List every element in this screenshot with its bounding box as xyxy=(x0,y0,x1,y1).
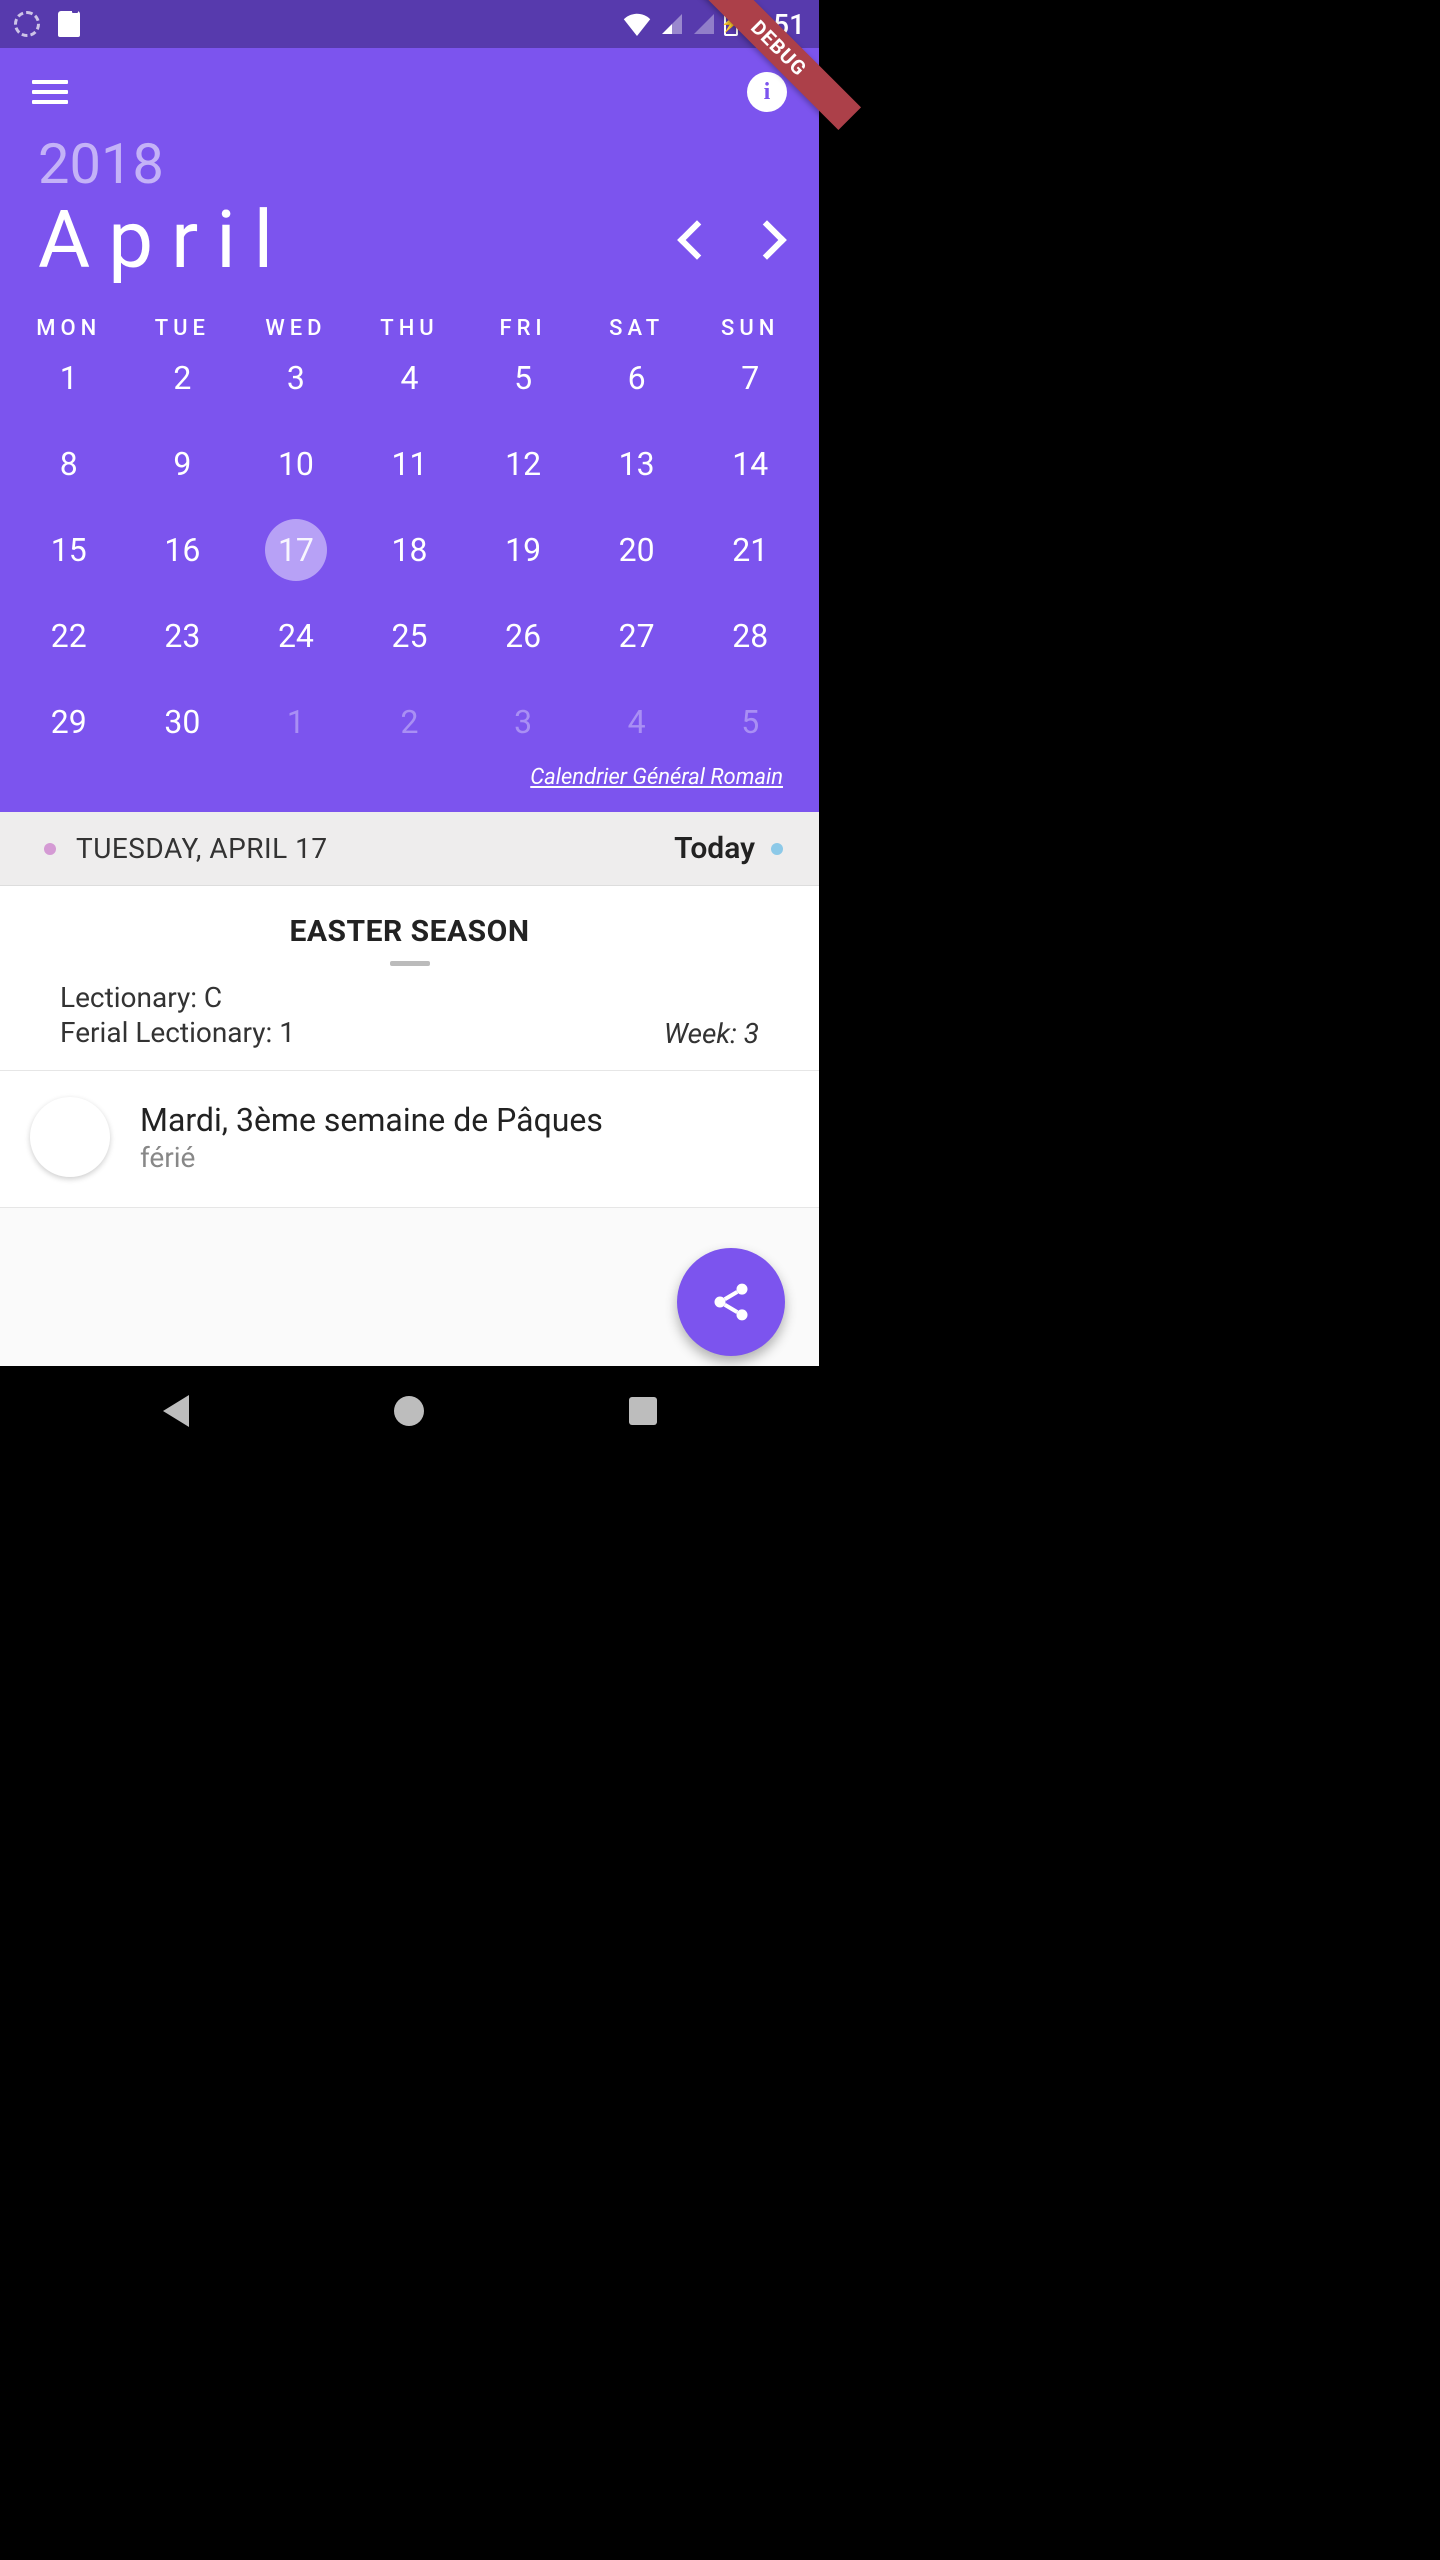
day-cell[interactable]: 25 xyxy=(353,607,467,665)
today-button[interactable]: Today xyxy=(674,831,783,866)
day-cell[interactable]: 24 xyxy=(239,607,353,665)
month-row: April xyxy=(0,192,819,296)
selected-dot-icon xyxy=(44,843,56,855)
day-cell[interactable]: 16 xyxy=(126,521,240,579)
weekday-fri: FRI xyxy=(466,316,580,341)
spinner-icon xyxy=(14,11,40,37)
day-cell[interactable]: 4 xyxy=(353,349,467,407)
event-text: Mardi, 3ème semaine de Pâques férié xyxy=(140,1101,603,1174)
day-cell[interactable]: 15 xyxy=(12,521,126,579)
lectionary-info: Lectionary: C Ferial Lectionary: 1 xyxy=(60,980,295,1050)
selected-date-bar: TUESDAY, APRIL 17 Today xyxy=(0,812,819,886)
day-cell[interactable]: 6 xyxy=(580,349,694,407)
day-cell[interactable]: 7 xyxy=(693,349,807,407)
season-title: EASTER SEASON xyxy=(0,914,819,949)
day-cell[interactable]: 8 xyxy=(12,435,126,493)
month-label: April xyxy=(38,192,291,288)
divider xyxy=(390,961,430,966)
today-dot-icon xyxy=(771,843,783,855)
day-cell[interactable]: 23 xyxy=(126,607,240,665)
day-cell[interactable]: 4 xyxy=(580,693,694,751)
day-cell[interactable]: 20 xyxy=(580,521,694,579)
day-cell[interactable]: 1 xyxy=(239,693,353,751)
weekday-thu: THU xyxy=(353,316,467,341)
day-cell[interactable]: 12 xyxy=(466,435,580,493)
weekday-tue: TUE xyxy=(126,316,240,341)
weekday-mon: MON xyxy=(12,316,126,341)
next-month-button[interactable] xyxy=(747,220,787,260)
day-cell[interactable]: 9 xyxy=(126,435,240,493)
calendar-header: i 2018 April MONTUEWEDTHUFRISATSUN 12345… xyxy=(0,48,819,812)
day-cell[interactable]: 2 xyxy=(353,693,467,751)
day-cell[interactable]: 18 xyxy=(353,521,467,579)
status-left xyxy=(14,11,80,37)
week-label: Week: 3 xyxy=(664,1017,759,1050)
year-label: 2018 xyxy=(0,136,819,192)
today-label: Today xyxy=(674,831,755,866)
day-cell[interactable]: 5 xyxy=(466,349,580,407)
event-item[interactable]: Mardi, 3ème semaine de Pâques férié xyxy=(0,1071,819,1208)
wifi-icon xyxy=(622,12,652,36)
android-navbar xyxy=(0,1366,819,1456)
day-cell[interactable]: 10 xyxy=(239,435,353,493)
prev-month-button[interactable] xyxy=(677,220,717,260)
day-cell[interactable]: 22 xyxy=(12,607,126,665)
date-bar-left: TUESDAY, APRIL 17 xyxy=(44,832,328,865)
signal-half-icon xyxy=(660,12,684,36)
share-icon xyxy=(709,1280,753,1324)
day-cell[interactable]: 17 xyxy=(239,521,353,579)
weekday-wed: WED xyxy=(239,316,353,341)
back-button[interactable] xyxy=(163,1395,189,1427)
recent-apps-button[interactable] xyxy=(629,1397,657,1425)
toolbar: i xyxy=(0,48,819,136)
sd-card-icon xyxy=(58,11,80,37)
day-cell[interactable]: 26 xyxy=(466,607,580,665)
lectionary-row: Lectionary: C Ferial Lectionary: 1 Week:… xyxy=(0,974,819,1071)
info-button[interactable]: i xyxy=(747,72,787,112)
home-button[interactable] xyxy=(394,1396,424,1426)
weekday-sat: SAT xyxy=(580,316,694,341)
day-cell[interactable]: 27 xyxy=(580,607,694,665)
day-cell[interactable]: 5 xyxy=(693,693,807,751)
event-title: Mardi, 3ème semaine de Pâques xyxy=(140,1101,603,1139)
month-nav xyxy=(683,226,781,254)
day-cell[interactable]: 29 xyxy=(12,693,126,751)
event-avatar-icon xyxy=(30,1097,110,1177)
calendar-source-link[interactable]: Calendrier Général Romain xyxy=(530,765,783,790)
event-subtitle: férié xyxy=(140,1141,603,1174)
day-cell[interactable]: 3 xyxy=(466,693,580,751)
day-cell[interactable]: 14 xyxy=(693,435,807,493)
menu-icon[interactable] xyxy=(32,80,68,104)
day-cell[interactable]: 3 xyxy=(239,349,353,407)
day-cell[interactable]: 11 xyxy=(353,435,467,493)
ferial-label: Ferial Lectionary: 1 xyxy=(60,1015,295,1050)
day-cell[interactable]: 13 xyxy=(580,435,694,493)
signal-empty-icon xyxy=(692,12,716,36)
weekday-header: MONTUEWEDTHUFRISATSUN xyxy=(0,296,819,349)
day-cell[interactable]: 1 xyxy=(12,349,126,407)
day-cell[interactable]: 21 xyxy=(693,521,807,579)
lectionary-label: Lectionary: C xyxy=(60,980,295,1015)
day-cell[interactable]: 2 xyxy=(126,349,240,407)
weekday-sun: SUN xyxy=(693,316,807,341)
share-fab[interactable] xyxy=(677,1248,785,1356)
selected-date-label: TUESDAY, APRIL 17 xyxy=(76,832,328,865)
calendar-link-row: Calendrier Général Romain xyxy=(0,759,819,800)
day-cell[interactable]: 28 xyxy=(693,607,807,665)
day-cell[interactable]: 30 xyxy=(126,693,240,751)
day-cell[interactable]: 19 xyxy=(466,521,580,579)
season-header: EASTER SEASON xyxy=(0,886,819,974)
content: EASTER SEASON Lectionary: C Ferial Lecti… xyxy=(0,886,819,1208)
status-bar: ⚡ 4:51 xyxy=(0,0,819,48)
day-grid: 1234567891011121314151617181920212223242… xyxy=(0,349,819,759)
screen: ⚡ 4:51 DEBUG i 2018 April MONTUEWEDTHUFR… xyxy=(0,0,819,1456)
